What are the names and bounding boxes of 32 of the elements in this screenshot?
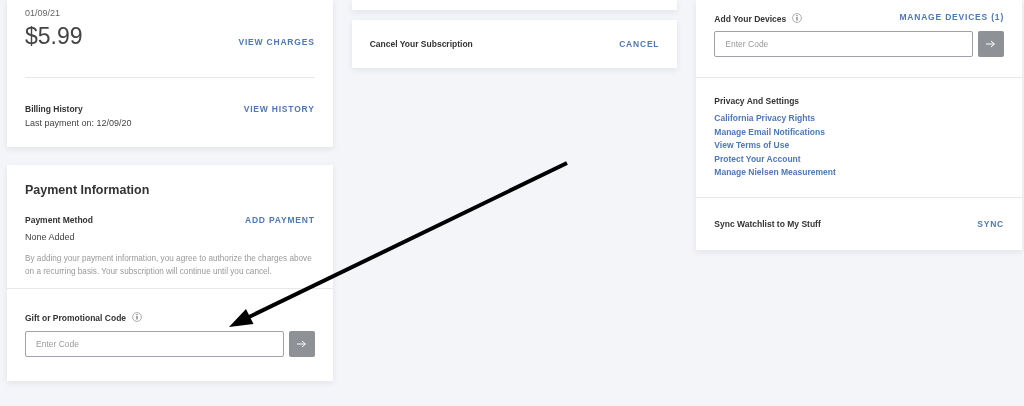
sync-label: Sync Watchlist to My Stuff xyxy=(714,218,821,229)
billing-date: 01/09/21 xyxy=(25,8,62,18)
payment-method-label: Payment Method xyxy=(25,215,93,225)
disclaimer-text: By adding your payment information, you agree to authorize the charges above on a recurring basis. Your subscription will continue until you cancel. xyxy=(25,253,313,278)
cancel-subscription-label: Cancel Your Subscription xyxy=(369,39,473,49)
promo-code-label: Gift or Promotional Code xyxy=(25,313,127,323)
billing-history-label: Billing History xyxy=(25,104,83,114)
privacy-link[interactable]: California Privacy Rights xyxy=(714,112,815,126)
add-devices-label: Add Your Devices xyxy=(714,14,787,24)
device-code-field[interactable]: Enter Code xyxy=(714,31,973,57)
submit-button[interactable] xyxy=(288,331,315,357)
sync-link[interactable]: SYNC xyxy=(977,218,1004,229)
promo-code-field[interactable]: Enter Code xyxy=(25,331,284,357)
view-charges-link[interactable]: VIEW CHARGES xyxy=(238,36,315,47)
arrow-right-icon xyxy=(986,40,996,48)
add-payment-link[interactable]: ADD PAYMENT xyxy=(244,215,315,225)
manage-devices-link[interactable]: MANAGE DEVICES (1) xyxy=(899,12,1004,22)
arrow-right-icon xyxy=(296,340,307,348)
card-title: Payment Information xyxy=(25,183,151,197)
amount: $5.99 xyxy=(25,23,83,50)
view-history-link[interactable]: VIEW HISTORY xyxy=(243,104,315,114)
privacy-link[interactable]: Manage Email Notifications xyxy=(714,125,825,139)
last-payment: Last payment on: 12/09/20 xyxy=(25,118,133,130)
submit-button[interactable] xyxy=(978,31,1004,57)
cancel-link[interactable]: CANCEL xyxy=(619,39,660,49)
privacy-link[interactable]: View Terms of Use xyxy=(714,139,790,153)
info-icon[interactable] xyxy=(132,311,143,322)
info-icon[interactable] xyxy=(792,12,803,23)
payment-method-value: None Added xyxy=(25,232,76,242)
privacy-title: Privacy And Settings xyxy=(714,96,801,106)
privacy-link[interactable]: Protect Your Account xyxy=(714,152,801,166)
privacy-link[interactable]: Manage Nielsen Measurement xyxy=(714,166,836,180)
